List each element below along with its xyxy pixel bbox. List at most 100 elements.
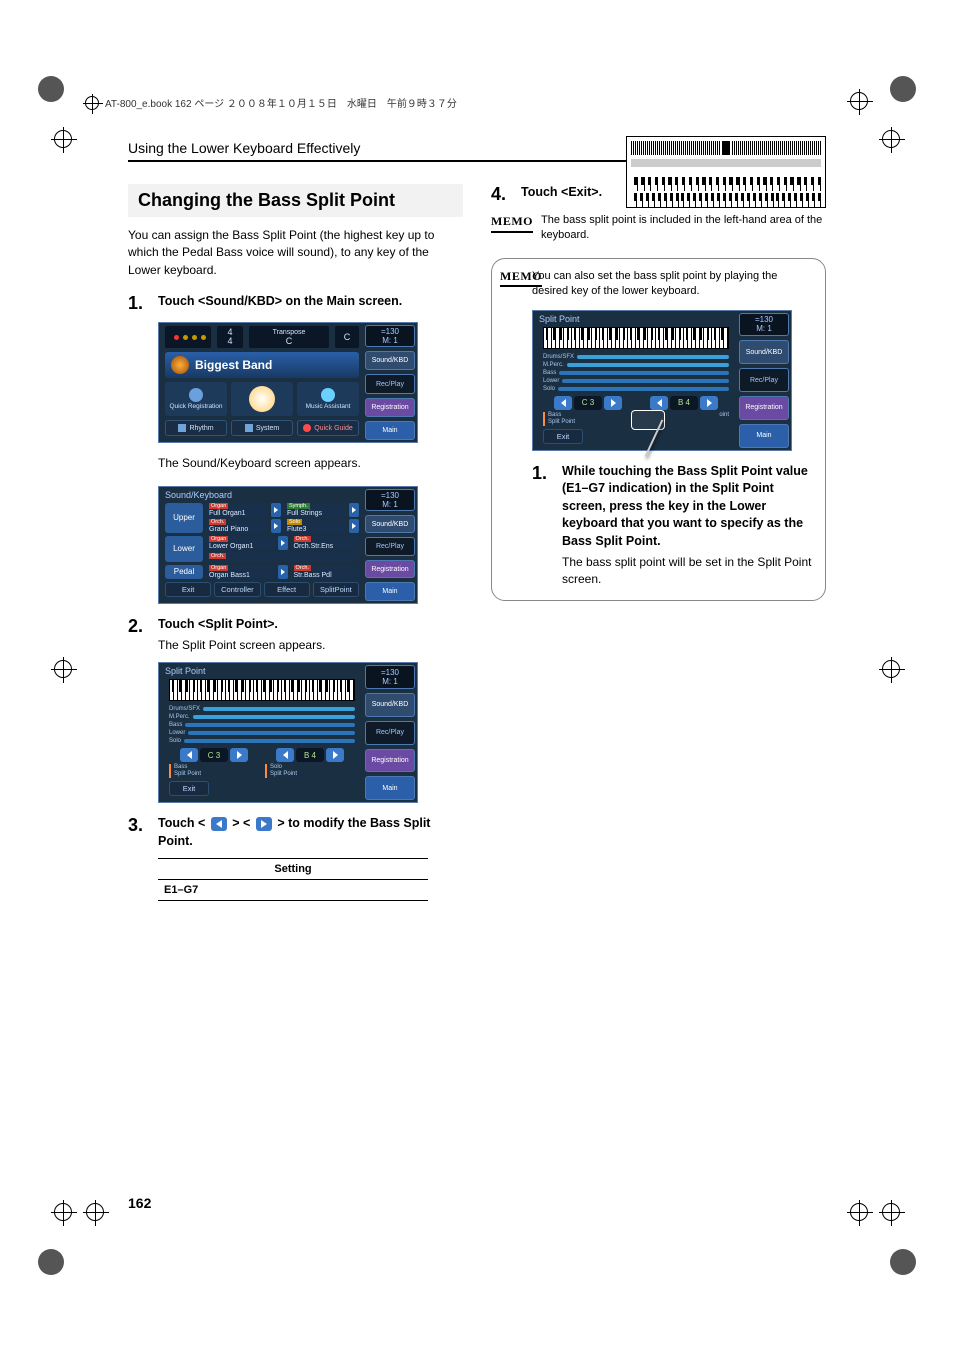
bass-inc-button[interactable] xyxy=(230,748,248,762)
left-arrow-icon xyxy=(211,817,227,831)
voice-u4[interactable]: SoloFlute3 xyxy=(284,519,346,533)
solo-split-group: B 4 Solo Split Point xyxy=(265,748,355,778)
main-side-button[interactable]: Main xyxy=(365,421,415,440)
setting-header: Setting xyxy=(158,859,428,880)
step-head: Touch <Sound/KBD> on the Main screen. xyxy=(158,293,463,311)
effect-button[interactable]: Effect xyxy=(264,582,310,597)
bass-split-caption: Bass Split Point xyxy=(169,764,259,778)
soundkbd-side-button[interactable]: Sound/KBD xyxy=(365,693,415,717)
system-button[interactable]: System xyxy=(231,420,293,436)
bass-split-value[interactable]: C 3 xyxy=(200,748,228,762)
section-title: Changing the Bass Split Point xyxy=(128,184,463,217)
voice-l3[interactable]: Orch. xyxy=(206,552,359,562)
memo-icon: MEMO xyxy=(491,213,533,233)
recplay-side-button[interactable]: Rec/Play xyxy=(365,721,415,745)
split-point-screen-memo: Split Point Drums/SFX M.Perc. Bass Lower… xyxy=(532,310,792,451)
screen-title: Sound/Keyboard xyxy=(165,490,359,500)
voice-p1[interactable]: OrganOrgan Bass1 xyxy=(206,565,275,579)
center-ornament xyxy=(231,382,293,416)
transpose-cell[interactable]: Transpose C xyxy=(249,326,329,348)
style-band[interactable]: Biggest Band xyxy=(165,352,359,378)
solo-split-caption: Solo Split Point xyxy=(265,764,355,778)
bass-split-group: C 3 Bass Split Point xyxy=(543,396,633,426)
bass-dec-button[interactable] xyxy=(554,396,572,410)
part-upper[interactable]: Upper xyxy=(165,503,203,533)
bass-inc-button[interactable] xyxy=(604,396,622,410)
step-2: 2. Touch <Split Point>. The Split Point … xyxy=(128,616,463,654)
step-number: 1. xyxy=(128,293,148,314)
recplay-side-button[interactable]: Rec/Play xyxy=(365,374,415,393)
setting-value: E1–G7 xyxy=(158,880,428,901)
solo-dec-button[interactable] xyxy=(650,396,668,410)
voice-u1[interactable]: OrganFull Organ1 xyxy=(206,503,268,517)
main-screen: 4 4 Transpose C C Biggest Band Quick Reg… xyxy=(158,322,418,443)
soundkbd-side-button[interactable]: Sound/KBD xyxy=(739,340,789,364)
registration-side-button[interactable]: Registration xyxy=(365,560,415,579)
registration-side-button[interactable]: Registration xyxy=(365,398,415,417)
part-lower[interactable]: Lower xyxy=(165,536,203,562)
crop-target-icon xyxy=(85,96,99,110)
registration-side-button[interactable]: Registration xyxy=(365,749,415,773)
memo-step-1: 1. While touching the Bass Split Point v… xyxy=(532,463,813,588)
quick-registration-button[interactable]: Quick Registration xyxy=(165,382,227,416)
main-side-button[interactable]: Main xyxy=(739,424,789,448)
solo-inc-button[interactable] xyxy=(700,396,718,410)
page-number: 162 xyxy=(128,1195,151,1211)
section-intro: You can assign the Bass Split Point (the… xyxy=(128,227,463,279)
solo-split-value[interactable]: B 4 xyxy=(670,396,698,410)
controller-button[interactable]: Controller xyxy=(214,582,260,597)
voice-u2[interactable]: Symph.Full Strings xyxy=(284,503,346,517)
step-number: 1. xyxy=(532,463,552,588)
exit-button[interactable]: Exit xyxy=(165,582,211,597)
exit-button[interactable]: Exit xyxy=(169,781,209,796)
step-after: The Split Point screen appears. xyxy=(158,637,463,654)
recplay-side-button[interactable]: Rec/Play xyxy=(365,537,415,556)
step-head: Touch < > < > to modify the Bass Split P… xyxy=(158,815,463,850)
rhythm-button[interactable]: Rhythm xyxy=(165,420,227,436)
screen-title: Split Point xyxy=(539,314,733,324)
soundkbd-side-button[interactable]: Sound/KBD xyxy=(365,351,415,370)
product-illustration xyxy=(626,136,826,208)
voice-next-icon[interactable] xyxy=(349,503,359,517)
bass-split-value[interactable]: C 3 xyxy=(574,396,602,410)
voice-l1[interactable]: OrganLower Organ1 xyxy=(206,536,275,550)
step-number: 4. xyxy=(491,184,511,205)
music-assistant-button[interactable]: Music Assistant xyxy=(297,382,359,416)
voice-next-icon[interactable] xyxy=(349,519,359,533)
beat-dots xyxy=(165,326,211,348)
quick-guide-button[interactable]: Quick Guide xyxy=(297,420,359,436)
memo-icon: MEMO xyxy=(500,269,542,287)
splitpoint-button[interactable]: SplitPoint xyxy=(313,582,359,597)
bass-dec-button[interactable] xyxy=(180,748,198,762)
voice-p2[interactable]: Orch.Str.Bass Pdl xyxy=(291,565,360,579)
voice-next-icon[interactable] xyxy=(278,536,288,550)
solo-split-value[interactable]: B 4 xyxy=(296,748,324,762)
right-arrow-icon xyxy=(256,817,272,831)
memo-1: MEMO The bass split point is included in… xyxy=(491,213,826,244)
solo-dec-button[interactable] xyxy=(276,748,294,762)
step-number: 2. xyxy=(128,616,148,654)
voice-next-icon[interactable] xyxy=(278,565,288,579)
main-side-button[interactable]: Main xyxy=(365,582,415,601)
timesig: 4 4 xyxy=(217,326,243,348)
voice-next-icon[interactable] xyxy=(271,519,281,533)
zone-cell[interactable]: C xyxy=(335,326,359,348)
exit-button[interactable]: Exit xyxy=(543,429,583,444)
mini-keyboard-icon xyxy=(169,679,355,701)
solo-inc-button[interactable] xyxy=(326,748,344,762)
header-filename: AT-800_e.book 162 ページ ２００８年１０月１５日 水曜日 午前… xyxy=(105,95,457,110)
voice-next-icon[interactable] xyxy=(271,503,281,517)
part-pedal[interactable]: Pedal xyxy=(165,565,203,579)
recplay-side-button[interactable]: Rec/Play xyxy=(739,368,789,392)
sound-keyboard-screen: Sound/Keyboard Upper OrganFull Organ1 Sy… xyxy=(158,486,418,604)
voice-u3[interactable]: Orch.Grand Piano xyxy=(206,519,268,533)
soundkbd-side-button[interactable]: Sound/KBD xyxy=(365,515,415,534)
tempo-indicator: =130M: 1 xyxy=(739,313,789,337)
step-after: The bass split point will be set in the … xyxy=(562,554,813,588)
voice-l2[interactable]: Orch.Orch.Str.Ens xyxy=(291,536,360,550)
main-side-button[interactable]: Main xyxy=(365,776,415,800)
tempo-indicator: =130M: 1 xyxy=(365,325,415,347)
step-1-after: The Sound/Keyboard screen appears. xyxy=(158,455,463,472)
memo-text: You can also set the bass split point by… xyxy=(532,269,813,300)
registration-side-button[interactable]: Registration xyxy=(739,396,789,420)
